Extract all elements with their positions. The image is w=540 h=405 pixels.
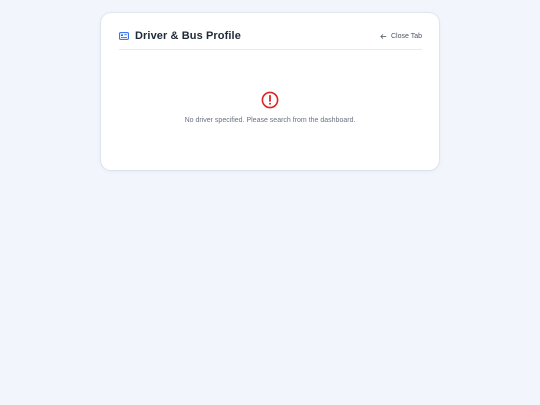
id-card-icon — [119, 31, 129, 41]
alert-circle-icon — [261, 91, 279, 109]
close-tab-label: Close Tab — [390, 32, 422, 40]
title-group: Driver & Bus Profile — [119, 20, 241, 42]
card-header: Driver & Bus Profile Close Tab — [119, 13, 422, 50]
profile-card: Driver & Bus Profile Close Tab No driver… — [101, 13, 439, 170]
page-title: Driver & Bus Profile — [135, 30, 241, 42]
empty-message: No driver specified. Please search from … — [184, 117, 356, 124]
arrow-left-icon — [380, 33, 387, 40]
empty-state: No driver specified. Please search from … — [101, 91, 439, 124]
close-tab-button[interactable]: Close Tab — [380, 23, 422, 40]
